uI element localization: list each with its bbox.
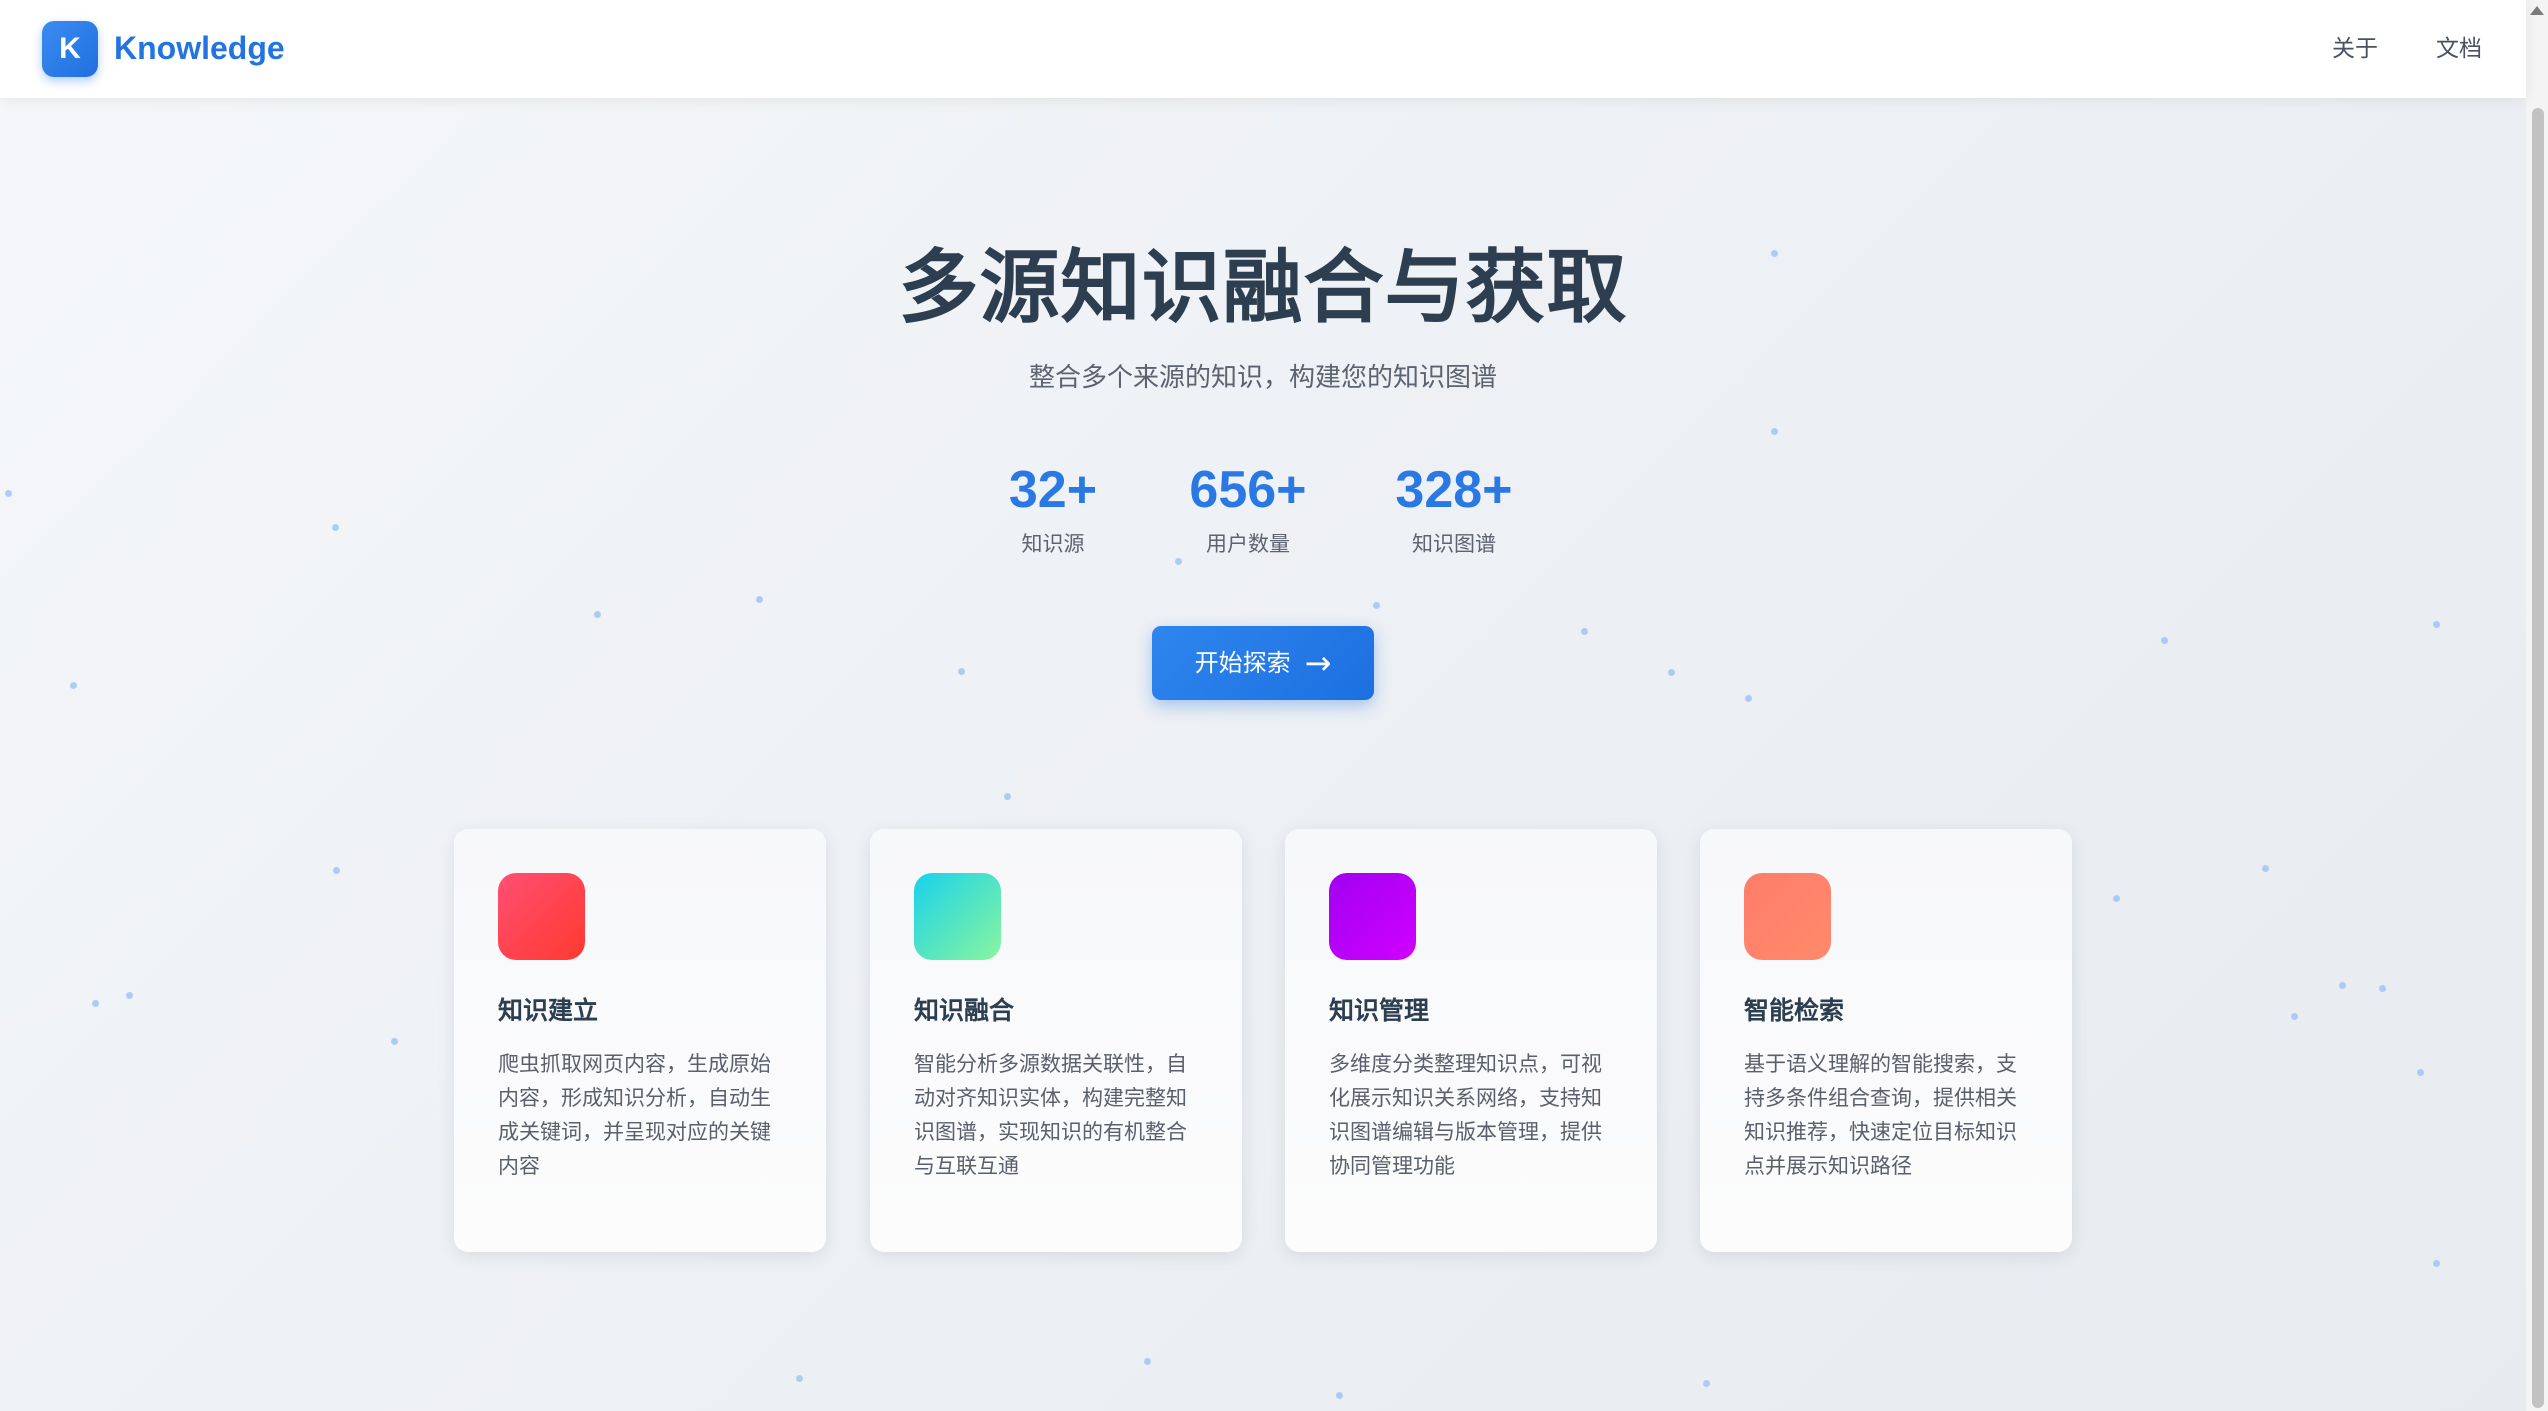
start-explore-button[interactable]: 开始探索 →	[1152, 626, 1374, 700]
particle-dot	[2262, 865, 2269, 872]
particle-dot	[1745, 695, 1752, 702]
particle-dot	[1703, 1380, 1710, 1387]
stat-knowledge-sources: 32+ 知识源	[998, 455, 1108, 561]
nav-links: 关于 文档	[2332, 28, 2482, 70]
particle-dot	[756, 596, 763, 603]
nav-link-about[interactable]: 关于	[2332, 28, 2378, 70]
particle-dot	[1373, 602, 1380, 609]
arrow-right-icon: →	[1304, 644, 1332, 682]
page-title: 多源知识融合与获取	[898, 241, 1628, 334]
particle-dot	[2161, 637, 2168, 644]
particle-dot	[796, 1375, 803, 1382]
particle-dot	[5, 490, 12, 497]
particle-dot	[1581, 628, 1588, 635]
particle-dot	[2379, 985, 2386, 992]
particle-dot	[1004, 793, 1011, 800]
particle-dot	[391, 1038, 398, 1045]
feature-card-knowledge-building[interactable]: 知识建立 爬虫抓取网页内容，生成原始内容，形成知识分析，自动生成关键词，并呈现对…	[454, 829, 826, 1252]
particle-dot	[2433, 1260, 2440, 1267]
particle-dot	[2339, 982, 2346, 989]
stat-value: 656+	[1189, 461, 1307, 519]
feature-icon	[1329, 873, 1416, 960]
particle-dot	[92, 1000, 99, 1007]
start-explore-label: 开始探索	[1194, 649, 1291, 677]
particle-dot	[2433, 621, 2440, 628]
page-scrollbar[interactable]	[2526, 0, 2548, 1411]
particle-dot	[1144, 1358, 1151, 1365]
feature-title: 知识建立	[498, 996, 599, 1025]
feature-title: 知识融合	[914, 996, 1015, 1025]
particle-dot	[333, 867, 340, 874]
feature-icon	[914, 873, 1001, 960]
feature-icon	[498, 873, 585, 960]
feature-card-knowledge-fusion[interactable]: 知识融合 智能分析多源数据关联性，自动对齐知识实体，构建完整知识图谱，实现知识的…	[870, 829, 1242, 1252]
particle-dot	[126, 992, 133, 999]
logo-icon[interactable]: K	[42, 21, 98, 77]
stat-label: 知识图谱	[1412, 532, 1496, 556]
particle-dot	[2113, 895, 2120, 902]
top-navbar: K Knowledge 关于 文档	[0, 0, 2526, 98]
brand-name[interactable]: Knowledge	[114, 26, 285, 70]
feature-card-smart-search[interactable]: 智能检索 基于语义理解的智能搜索，支持多条件组合查询，提供相关知识推荐，快速定位…	[1700, 829, 2072, 1252]
feature-description: 智能分析多源数据关联性，自动对齐知识实体，构建完整知识图谱，实现知识的有机整合与…	[914, 1052, 1187, 1178]
scroll-up-icon[interactable]	[2530, 6, 2544, 15]
particle-dot	[70, 682, 77, 689]
stat-value: 32+	[1008, 461, 1098, 519]
feature-description: 多维度分类整理知识点，可视化展示知识关系网络，支持知识图谱编辑与版本管理，提供协…	[1329, 1052, 1602, 1178]
feature-description: 爬虫抓取网页内容，生成原始内容，形成知识分析，自动生成关键词，并呈现对应的关键内…	[498, 1052, 771, 1178]
scrollbar-thumb[interactable]	[2532, 108, 2544, 1408]
particle-dot	[958, 668, 965, 675]
page-subtitle: 整合多个来源的知识，构建您的知识图谱	[1028, 363, 1497, 393]
particle-dot	[332, 524, 339, 531]
stat-label: 用户数量	[1206, 532, 1290, 556]
stat-user-count: 656+ 用户数量	[1183, 455, 1313, 561]
particle-dot	[594, 611, 601, 618]
feature-title: 知识管理	[1329, 996, 1430, 1025]
particle-dot	[1668, 669, 1675, 676]
particle-dot	[2291, 1013, 2298, 1020]
stat-value: 328+	[1395, 461, 1513, 519]
stat-label: 知识源	[1021, 532, 1085, 556]
particle-dot	[1175, 558, 1182, 565]
stat-knowledge-graphs: 328+ 知识图谱	[1389, 455, 1519, 561]
feature-title: 智能检索	[1744, 996, 1845, 1025]
particle-dot	[2417, 1069, 2424, 1076]
nav-link-docs[interactable]: 文档	[2436, 28, 2482, 70]
particle-dot	[1771, 428, 1778, 435]
feature-card-knowledge-management[interactable]: 知识管理 多维度分类整理知识点，可视化展示知识关系网络，支持知识图谱编辑与版本管…	[1285, 829, 1657, 1252]
feature-icon	[1744, 873, 1831, 960]
particle-dot	[1336, 1392, 1343, 1399]
feature-description: 基于语义理解的智能搜索，支持多条件组合查询，提供相关知识推荐，快速定位目标知识点…	[1744, 1052, 2017, 1178]
